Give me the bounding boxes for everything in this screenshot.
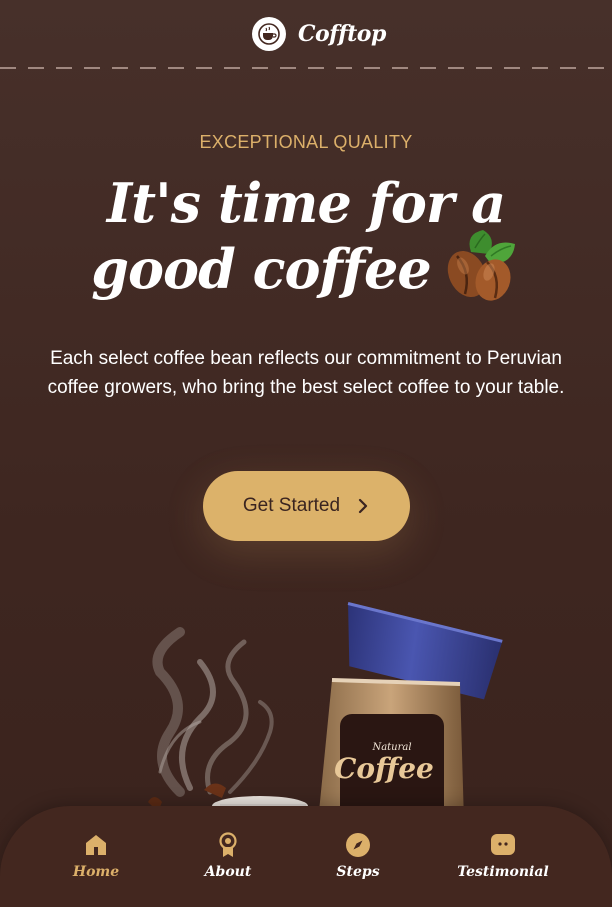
headline-line-1: It's time for a	[106, 171, 506, 235]
headline-line-2: good coffee	[0, 229, 612, 304]
headline-line-2-text: good coffee	[91, 237, 431, 301]
nav-label-home: Home	[72, 864, 120, 880]
top-header: Cofftop	[0, 0, 612, 69]
award-icon	[219, 832, 237, 857]
steam-graphic	[152, 627, 274, 797]
hero-eyebrow: EXCEPTIONAL QUALITY	[199, 132, 413, 152]
coffee-beans-icon	[447, 229, 515, 301]
coffee-cup-icon	[252, 17, 286, 51]
nav-label-steps: Steps	[336, 864, 380, 880]
compass-icon	[346, 833, 370, 857]
get-started-button[interactable]: Get Started	[203, 471, 410, 541]
bottom-navigation: Home About Steps Testimonial	[0, 806, 612, 907]
coffee-jar-illustration: Natural Coffee	[148, 602, 503, 822]
nav-label-about: About	[204, 864, 252, 880]
header-divider	[0, 67, 612, 69]
jar-label-large: Coffee	[334, 752, 434, 785]
brand-logo[interactable]: Cofftop	[252, 16, 386, 52]
get-started-label: Get Started	[242, 495, 341, 516]
chat-icon	[491, 834, 515, 855]
hero-headline: It's time for a good coffee	[0, 170, 612, 304]
nav-label-testimonial: Testimonial	[457, 864, 549, 880]
jar-body: Natural Coffee	[318, 678, 464, 822]
nav-item-steps[interactable]: Steps	[303, 832, 413, 892]
landing-page: Cofftop EXCEPTIONAL QUALITY It's time fo…	[0, 0, 612, 907]
nav-item-testimonial[interactable]: Testimonial	[448, 832, 558, 892]
nav-item-about[interactable]: About	[173, 832, 283, 892]
brand-name: Cofftop	[298, 21, 386, 47]
chevron-right-icon	[358, 498, 368, 514]
hero-description: Each select coffee bean reflects our com…	[47, 348, 565, 398]
nav-item-home[interactable]: Home	[41, 832, 151, 892]
home-icon	[86, 835, 106, 855]
